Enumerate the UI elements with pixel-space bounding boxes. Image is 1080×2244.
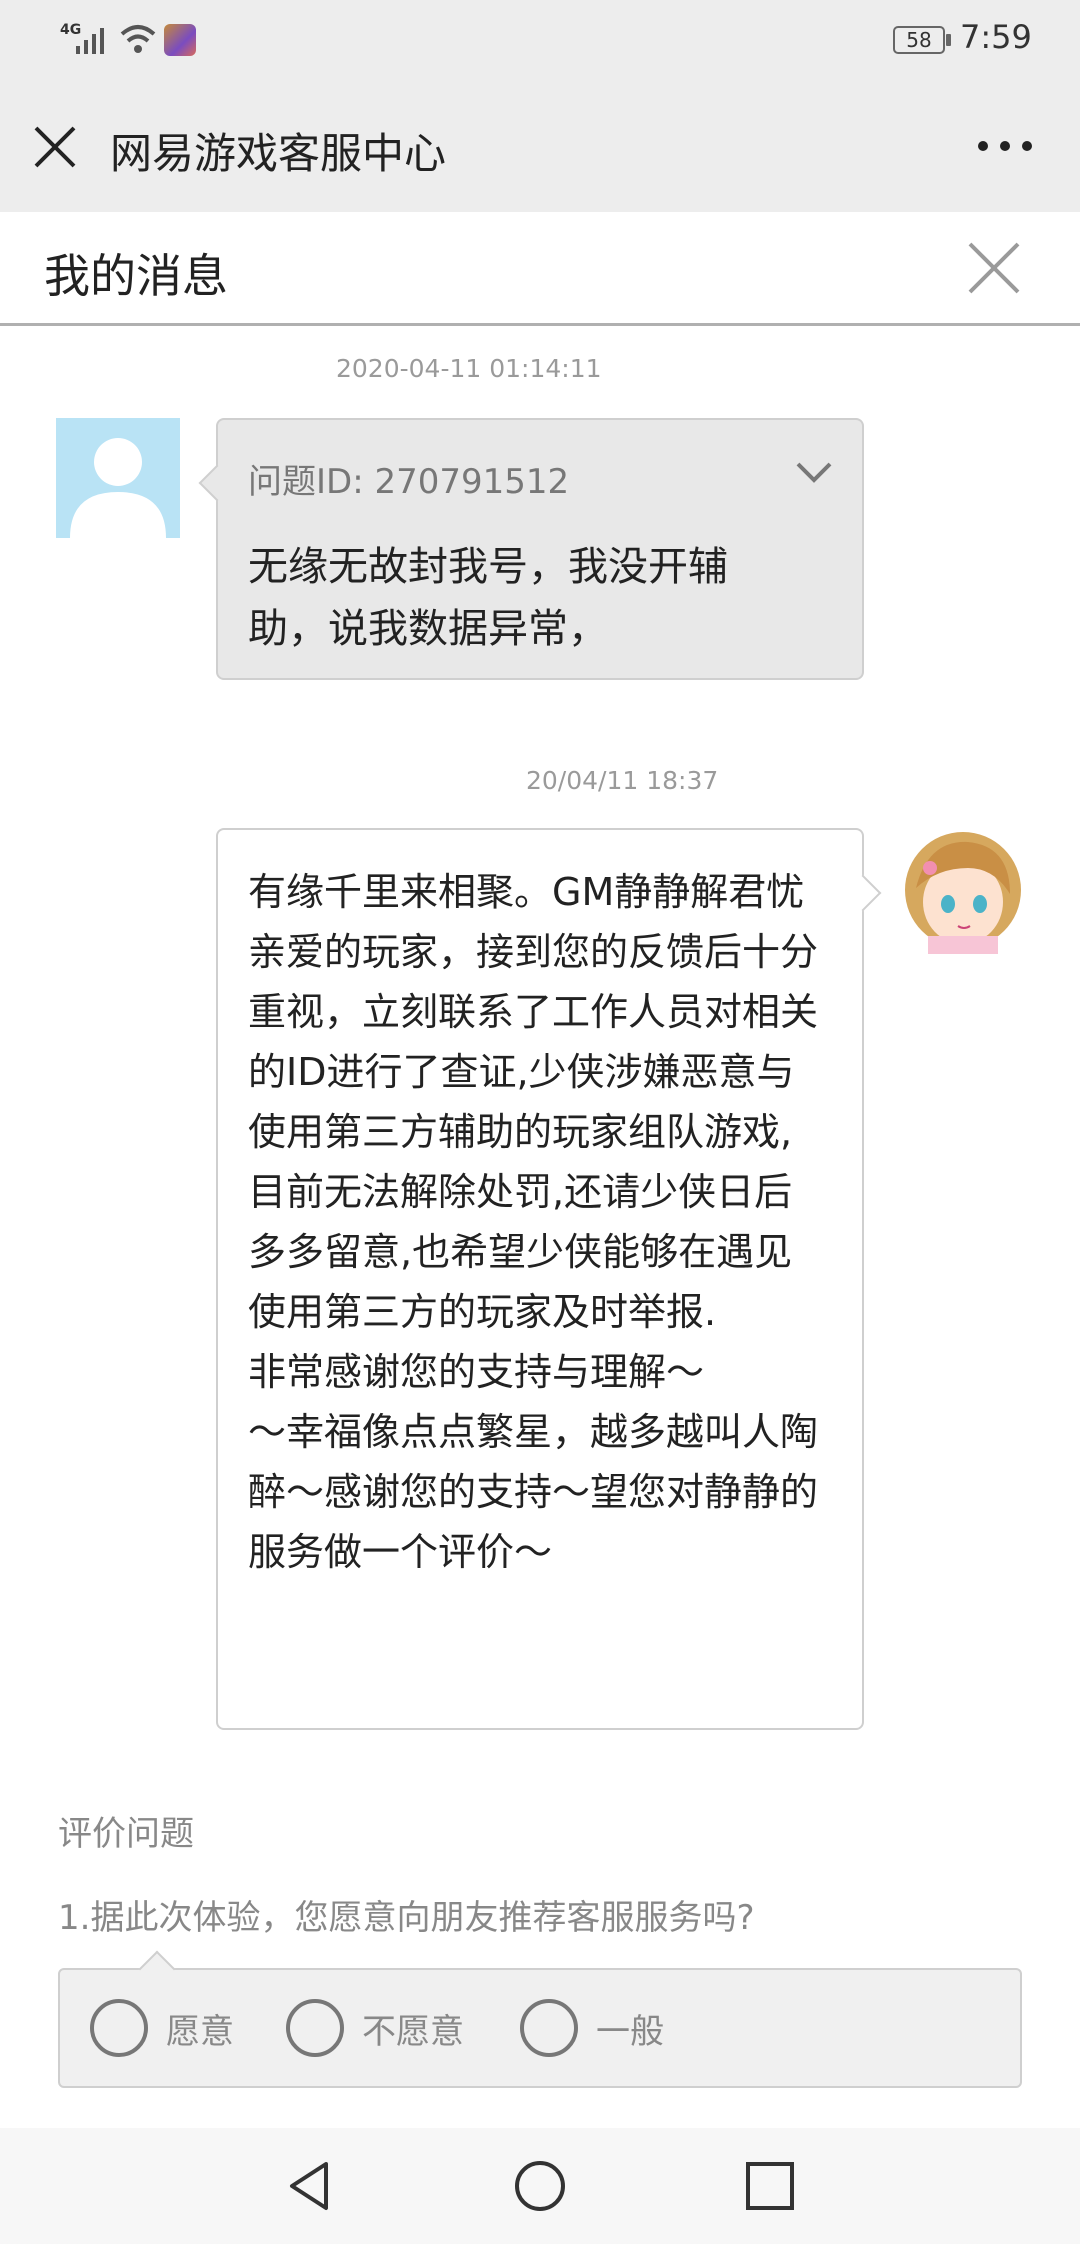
messages-header: 我的消息 bbox=[0, 212, 1080, 326]
signal-icon bbox=[76, 28, 104, 54]
user-avatar bbox=[56, 418, 180, 538]
evaluation-question: 1.据此次体验，您愿意向朋友推荐客服服务吗? bbox=[58, 1898, 755, 1938]
battery-indicator: 58 bbox=[893, 26, 945, 54]
question-id: 问题ID: 270791512 bbox=[248, 462, 570, 502]
radio-button[interactable] bbox=[90, 1999, 148, 2057]
option-willing[interactable]: 愿意 bbox=[90, 1970, 234, 2086]
chevron-down-icon[interactable] bbox=[794, 460, 834, 486]
wifi-icon bbox=[120, 25, 156, 53]
gm-avatar bbox=[905, 832, 1021, 954]
option-label: 一般 bbox=[596, 2011, 664, 2052]
radio-button[interactable] bbox=[520, 1999, 578, 2057]
gm-message-text: 有缘千里来相聚。GM静静解君忧 亲爱的玩家，接到您的反馈后十分重视，立刻联系了工… bbox=[248, 870, 919, 1574]
battery-tip bbox=[946, 34, 951, 46]
user-message-text: 无缘无故封我号，我没开辅助，说我数据异常， bbox=[248, 544, 728, 652]
close-messages-icon[interactable] bbox=[964, 238, 1024, 298]
user-message-bubble: 问题ID: 270791512 无缘无故封我号，我没开辅助，说我数据异常， bbox=[216, 418, 864, 680]
option-unwilling[interactable]: 不愿意 bbox=[286, 1970, 464, 2086]
clock: 7:59 bbox=[960, 18, 1032, 56]
default-avatar-icon bbox=[70, 438, 166, 538]
option-label: 愿意 bbox=[166, 2011, 234, 2052]
status-bar: 4G 58 7:59 bbox=[0, 0, 1080, 80]
evaluation-options: 愿意 不愿意 一般 bbox=[58, 1968, 1022, 2088]
nav-home-icon[interactable] bbox=[512, 2158, 568, 2214]
messages-title: 我的消息 bbox=[44, 249, 228, 303]
system-nav-bar bbox=[0, 2128, 1080, 2244]
title-bar: 网易游戏客服中心 bbox=[0, 80, 1080, 212]
nav-back-icon[interactable] bbox=[282, 2158, 338, 2214]
option-neutral[interactable]: 一般 bbox=[520, 1970, 664, 2086]
nav-recent-icon[interactable] bbox=[742, 2158, 798, 2214]
app-notification-icon bbox=[164, 24, 196, 56]
evaluation-title: 评价问题 bbox=[58, 1814, 194, 1854]
gm-message-bubble: 有缘千里来相聚。GM静静解君忧 亲爱的玩家，接到您的反馈后十分重视，立刻联系了工… bbox=[216, 828, 864, 1730]
message-timestamp: 20/04/11 18:37 bbox=[526, 766, 719, 795]
page-title: 网易游戏客服中心 bbox=[110, 129, 447, 178]
option-label: 不愿意 bbox=[362, 2011, 464, 2052]
message-timestamp: 2020-04-11 01:14:11 bbox=[336, 354, 602, 383]
radio-button[interactable] bbox=[286, 1999, 344, 2057]
close-icon[interactable] bbox=[30, 122, 80, 172]
more-icon[interactable] bbox=[975, 138, 1035, 154]
